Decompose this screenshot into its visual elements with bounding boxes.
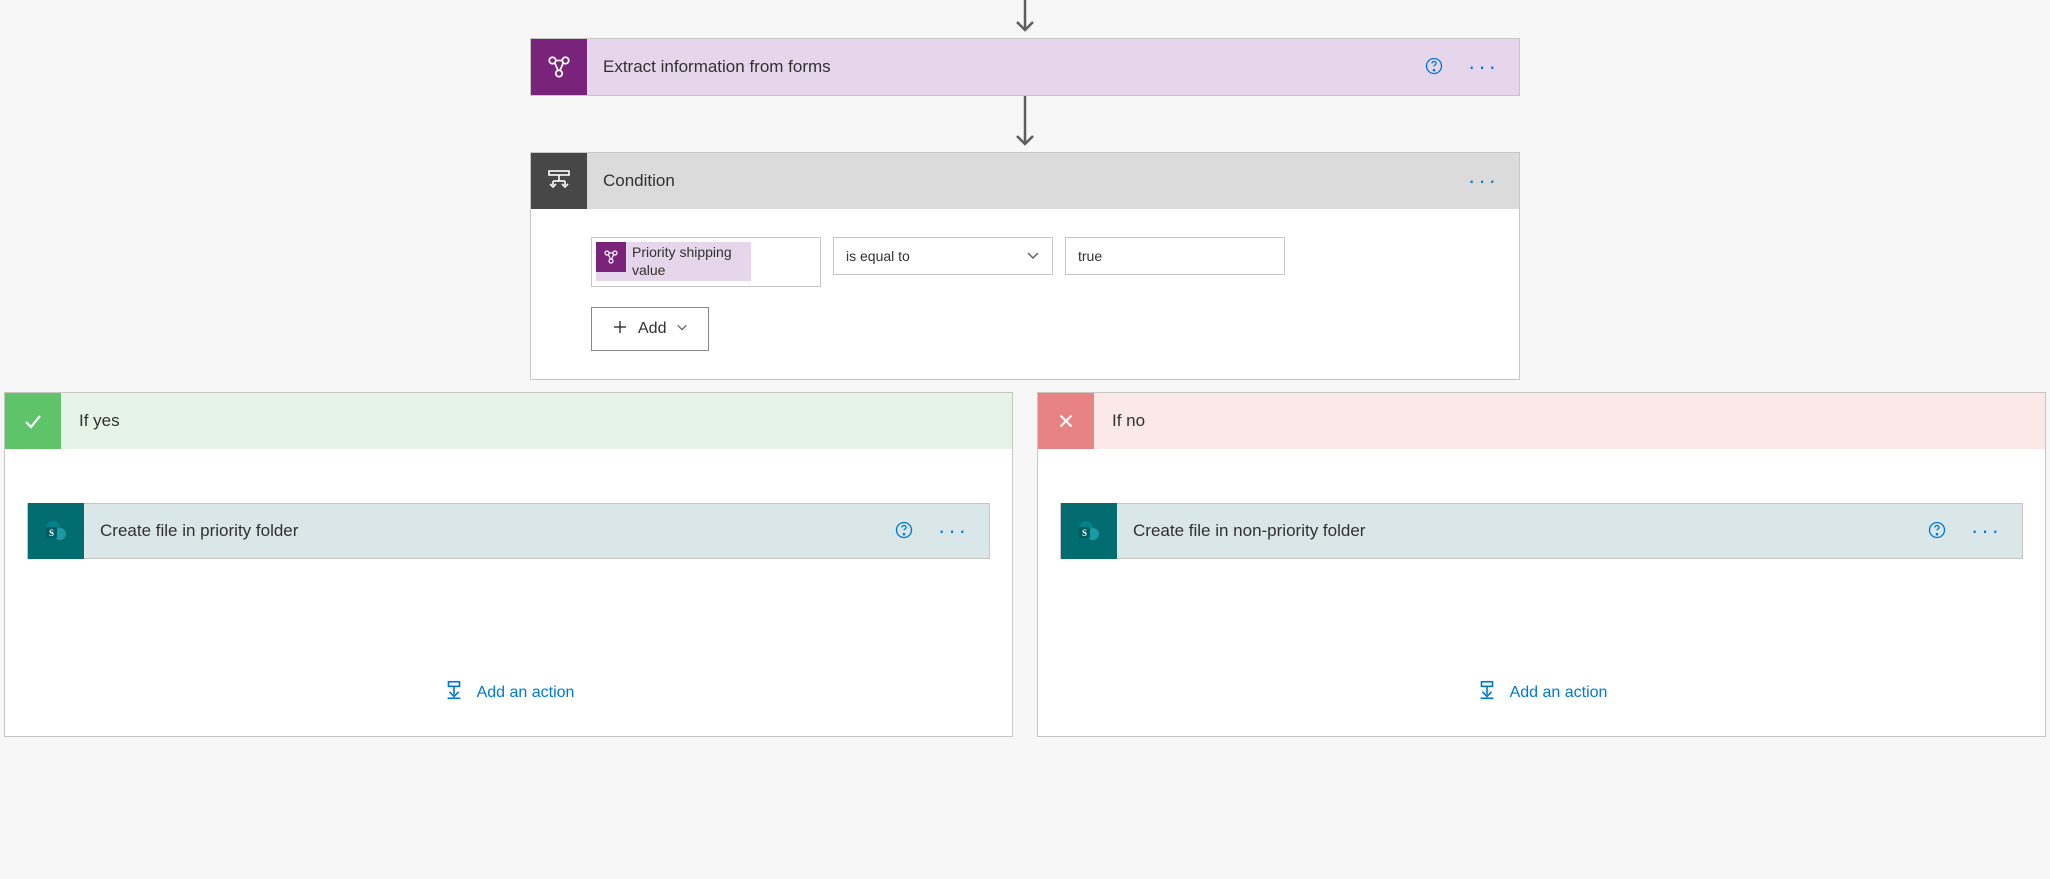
- if-yes-header[interactable]: If yes: [5, 393, 1012, 449]
- svg-text:S: S: [1082, 528, 1087, 538]
- add-action-label: Add an action: [477, 684, 575, 702]
- condition-left-operand[interactable]: Priority shipping value: [591, 237, 821, 287]
- condition-value-input[interactable]: true: [1065, 237, 1285, 275]
- yes-action-title: Create file in priority folder: [84, 504, 894, 558]
- chevron-down-icon: [1026, 248, 1040, 265]
- more-menu-icon[interactable]: ···: [1468, 61, 1499, 73]
- condition-value: true: [1078, 248, 1102, 264]
- sharepoint-icon: S: [28, 503, 84, 559]
- plus-icon: [612, 319, 628, 340]
- condition-title: Condition: [587, 171, 1468, 191]
- no-action-title: Create file in non-priority folder: [1117, 504, 1927, 558]
- flow-arrow: [1010, 0, 1040, 38]
- if-no-header[interactable]: If no: [1038, 393, 2045, 449]
- more-menu-icon[interactable]: ···: [938, 525, 969, 537]
- extract-title: Extract information from forms: [587, 57, 1424, 77]
- more-menu-icon[interactable]: ···: [1971, 525, 2002, 537]
- add-action-icon: [1476, 679, 1498, 706]
- close-icon: [1038, 393, 1094, 449]
- add-action-label: Add an action: [1510, 684, 1608, 702]
- help-icon[interactable]: [1927, 520, 1947, 543]
- token-label: Priority shipping value: [626, 242, 751, 281]
- no-action-card[interactable]: S Create file in non-priority folder: [1060, 503, 2023, 559]
- check-icon: [5, 393, 61, 449]
- add-action-no[interactable]: Add an action: [1476, 679, 1608, 706]
- if-yes-label: If yes: [61, 411, 138, 431]
- help-icon[interactable]: [894, 520, 914, 543]
- add-label: Add: [638, 320, 666, 338]
- add-condition-button[interactable]: Add: [591, 307, 709, 351]
- condition-operator-select[interactable]: is equal to: [833, 237, 1053, 275]
- operator-value: is equal to: [846, 248, 910, 264]
- extract-card[interactable]: Extract information from forms ···: [530, 38, 1520, 96]
- help-icon[interactable]: [1424, 56, 1444, 79]
- chevron-down-icon: [676, 320, 688, 338]
- dynamic-content-token[interactable]: Priority shipping value: [596, 242, 751, 281]
- ai-builder-icon: [596, 242, 626, 272]
- condition-icon: [531, 153, 587, 209]
- condition-card[interactable]: Condition ···: [530, 152, 1520, 380]
- ai-builder-icon: [531, 39, 587, 95]
- flow-arrow: [1010, 96, 1040, 152]
- add-action-yes[interactable]: Add an action: [443, 679, 575, 706]
- svg-text:S: S: [49, 528, 54, 538]
- yes-action-card[interactable]: S Create file in priority folder ···: [27, 503, 990, 559]
- if-no-branch: If no S Create file in non-priority fold…: [1037, 392, 2046, 737]
- sharepoint-icon: S: [1061, 503, 1117, 559]
- more-menu-icon[interactable]: ···: [1468, 175, 1499, 187]
- if-no-label: If no: [1094, 411, 1163, 431]
- add-action-icon: [443, 679, 465, 706]
- if-yes-branch: If yes S Create file in priority folder: [4, 392, 1013, 737]
